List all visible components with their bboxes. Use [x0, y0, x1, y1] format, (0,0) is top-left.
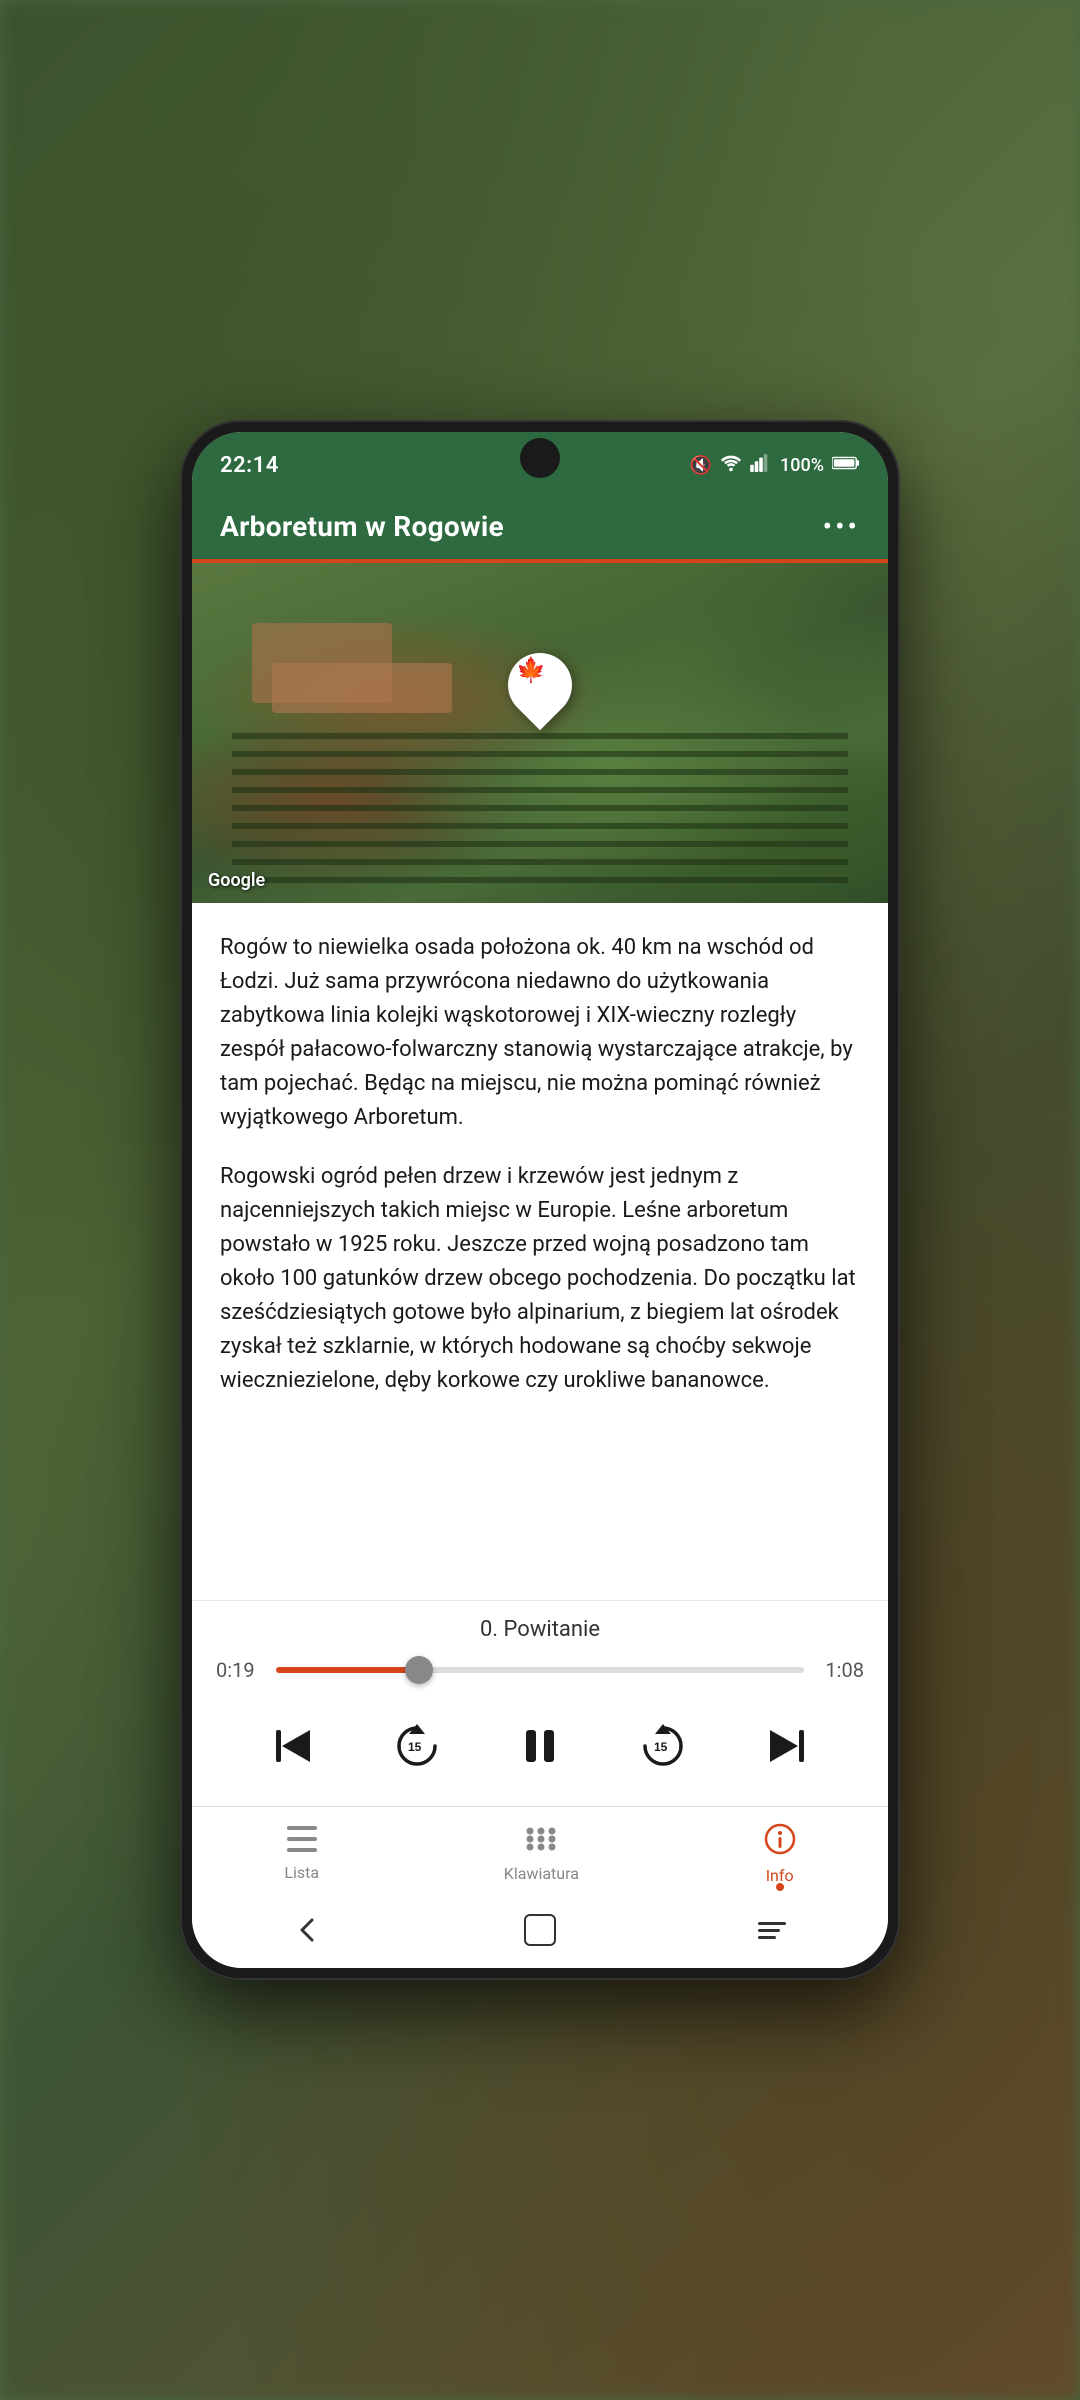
camera-cutout	[520, 438, 560, 478]
status-bar: 22:14 🔇	[192, 432, 888, 492]
forward-15-button[interactable]: 15	[627, 1710, 699, 1782]
progress-fill	[276, 1667, 419, 1673]
status-icons: 🔇 100%	[690, 454, 860, 477]
map-view[interactable]: 🍁 Google	[192, 563, 888, 903]
progress-thumb[interactable]	[405, 1656, 433, 1684]
recents-icon	[758, 1922, 786, 1939]
signal-icon	[750, 454, 772, 477]
description-paragraph-1: Rogów to niewielka osada położona ok. 40…	[220, 931, 860, 1136]
battery-icon	[832, 455, 860, 476]
wifi-icon	[720, 454, 742, 477]
controls-row: 15 15	[192, 1698, 888, 1806]
progress-bar[interactable]	[276, 1667, 804, 1673]
app-header: Arboretum w Rogowie •••	[192, 492, 888, 559]
audio-player: 0. Powitanie 0:19 1:08	[192, 1600, 888, 1806]
status-time: 22:14	[220, 453, 279, 478]
more-button[interactable]: •••	[823, 510, 860, 543]
pause-button[interactable]	[504, 1710, 576, 1782]
bottom-nav: Lista Klawiat	[192, 1806, 888, 1896]
info-icon	[764, 1823, 796, 1862]
svg-text:15: 15	[654, 1740, 668, 1754]
map-pin: 🍁	[508, 653, 572, 717]
mute-icon: 🔇	[690, 455, 712, 476]
lista-icon	[287, 1826, 317, 1859]
klawiatura-icon	[524, 1825, 558, 1860]
time-total: 1:08	[820, 1658, 864, 1682]
battery-text: 100%	[780, 455, 824, 476]
next-button[interactable]	[750, 1710, 822, 1782]
google-label: Google	[208, 870, 265, 891]
map-building	[272, 663, 452, 713]
track-title: 0. Powitanie	[192, 1601, 888, 1654]
pin-leaf-icon: 🍁	[516, 656, 546, 684]
nav-item-lista[interactable]: Lista	[264, 1822, 339, 1886]
description-paragraph-2: Rogowski ogród pełen drzew i krzewów jes…	[220, 1160, 860, 1399]
content-area: Rogów to niewielka osada położona ok. 40…	[192, 903, 888, 1600]
nav-label-info: Info	[766, 1866, 794, 1885]
nav-item-klawiatura[interactable]: Klawiatura	[484, 1821, 599, 1887]
back-button[interactable]	[286, 1908, 330, 1952]
nav-label-klawiatura: Klawiatura	[504, 1864, 579, 1883]
nav-label-lista: Lista	[284, 1863, 319, 1882]
pin-circle: 🍁	[495, 640, 586, 731]
progress-row[interactable]: 0:19 1:08	[192, 1654, 888, 1698]
rewind-15-button[interactable]: 15	[381, 1710, 453, 1782]
home-button[interactable]	[518, 1908, 562, 1952]
system-navigation	[192, 1896, 888, 1968]
svg-text:15: 15	[408, 1740, 422, 1754]
app-title: Arboretum w Rogowie	[220, 510, 504, 543]
map-background	[192, 563, 888, 903]
home-icon	[524, 1914, 556, 1946]
nav-item-info[interactable]: Info	[744, 1819, 816, 1889]
active-dot	[776, 1883, 784, 1891]
recents-button[interactable]	[750, 1908, 794, 1952]
time-current: 0:19	[216, 1658, 260, 1682]
prev-button[interactable]	[258, 1710, 330, 1782]
